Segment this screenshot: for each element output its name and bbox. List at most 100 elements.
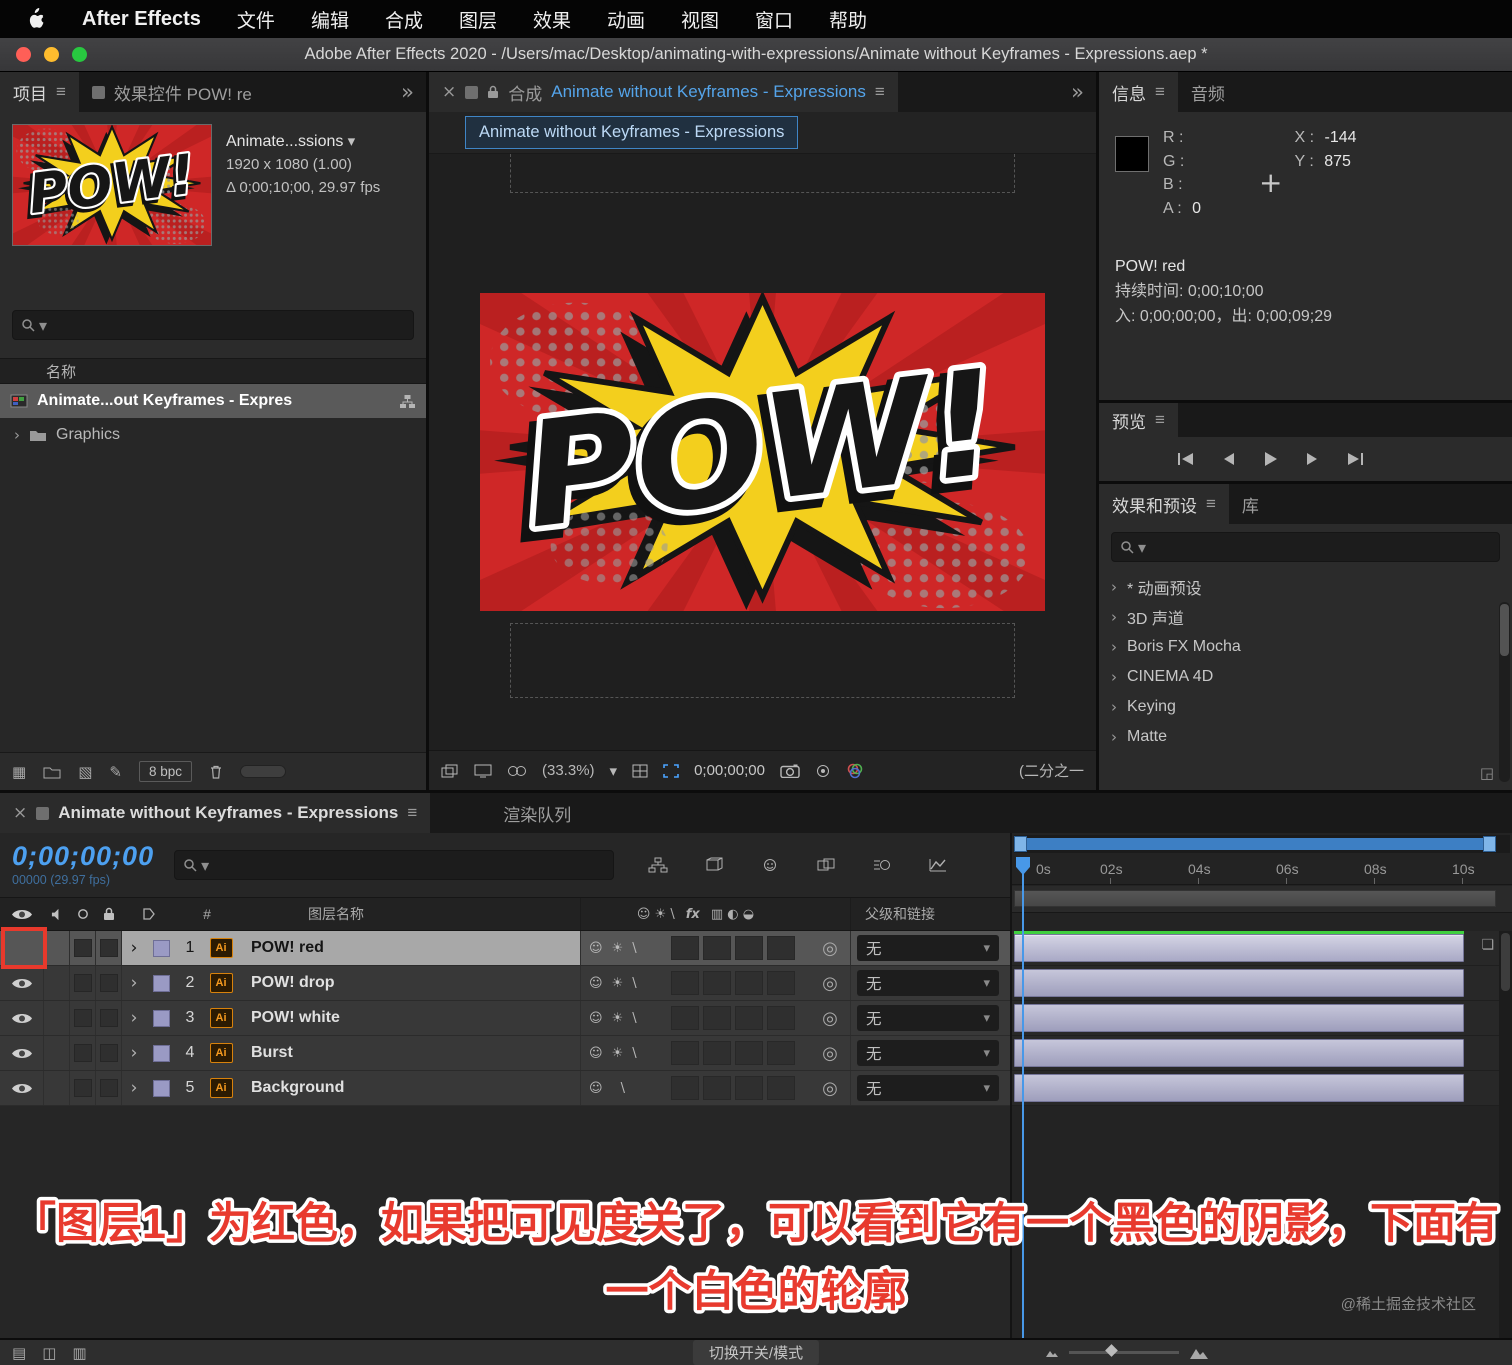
minimize-window-button[interactable] <box>44 47 59 62</box>
time-ruler[interactable]: 0s 02s 04s 06s 08s 10s <box>1012 855 1512 885</box>
menu-layer[interactable]: 图层 <box>459 6 497 33</box>
layer-row-5[interactable]: › 5 Ai Background ☺ \ ◎ 无 ▾ <box>0 1071 1010 1106</box>
layer-name[interactable]: POW! red <box>238 931 580 965</box>
visibility-toggle[interactable] <box>0 1036 44 1070</box>
snapshot-camera-icon[interactable] <box>780 764 800 778</box>
lock-toggle[interactable] <box>96 1036 122 1070</box>
track-row-5[interactable] <box>1012 1071 1512 1106</box>
parent-pickwhip-icon[interactable]: ◎ <box>810 931 850 965</box>
tab-composition-viewer[interactable]: × 合成 Animate without Keyframes - Express… <box>429 72 898 112</box>
layer-name[interactable]: Burst <box>238 1036 580 1070</box>
layer-name-column-header[interactable]: 图层名称 <box>238 898 580 930</box>
comp-tab-chip[interactable]: Animate without Keyframes - Expressions <box>465 116 799 149</box>
layer-duration-bar[interactable] <box>1014 934 1464 962</box>
audio-toggle[interactable] <box>44 931 70 965</box>
scroll-pill[interactable] <box>239 765 286 778</box>
parent-dropdown[interactable]: 无 ▾ <box>850 1036 1010 1070</box>
menu-composition[interactable]: 合成 <box>385 6 423 33</box>
expand-arrow[interactable]: › <box>122 966 146 1000</box>
audio-toggle[interactable] <box>44 1036 70 1070</box>
layer-row-4[interactable]: › 4 Ai Burst ☺ ☀ \ ◎ 无 ▾ <box>0 1036 1010 1071</box>
expand-arrow[interactable]: › <box>122 931 146 965</box>
color-channels-icon[interactable] <box>846 763 864 779</box>
lock-toggle[interactable] <box>96 1071 122 1105</box>
close-window-button[interactable] <box>16 47 31 62</box>
bpc-button[interactable]: 8 bpc <box>138 761 192 782</box>
work-area-bar[interactable] <box>1012 886 1512 913</box>
close-icon[interactable]: × <box>442 82 456 102</box>
audio-toggle[interactable] <box>44 966 70 1000</box>
close-icon[interactable]: × <box>13 803 27 823</box>
lock-toggle[interactable] <box>96 931 122 965</box>
zoom-in-mountain-icon[interactable] <box>1189 1346 1209 1360</box>
parent-pickwhip-icon[interactable]: ◎ <box>810 1071 850 1105</box>
timeline-zoom-bar[interactable] <box>1014 835 1510 853</box>
zoom-bar-range[interactable] <box>1016 838 1494 850</box>
menu-help[interactable]: 帮助 <box>829 6 867 33</box>
current-time-block[interactable]: 0;00;00;00 00000 (29.97 fps) <box>12 842 154 887</box>
chevron-down-icon[interactable]: ▾ <box>348 132 356 150</box>
effects-scrollbar[interactable] <box>1499 602 1510 782</box>
work-area-range[interactable] <box>1014 890 1496 907</box>
zoom-slider-handle[interactable] <box>1105 1344 1118 1357</box>
fx-category-boris-fx-mocha[interactable]: › Boris FX Mocha <box>1099 632 1512 662</box>
transfer-controls-icon[interactable]: ◫ <box>42 1344 56 1362</box>
parent-pickwhip-icon[interactable]: ◎ <box>810 966 850 1000</box>
solo-toggle[interactable] <box>70 966 96 1000</box>
zoom-window-button[interactable] <box>72 47 87 62</box>
layer-name[interactable]: POW! white <box>238 1001 580 1035</box>
solo-toggle[interactable] <box>70 1036 96 1070</box>
timeline-search-input[interactable]: ▾ <box>174 850 615 880</box>
zoom-slider[interactable] <box>1069 1344 1179 1357</box>
tab-library[interactable]: 库 <box>1229 484 1272 524</box>
menu-file[interactable]: 文件 <box>237 6 275 33</box>
monitor-icon[interactable] <box>474 764 492 778</box>
show-snapshot-icon[interactable] <box>815 764 831 778</box>
expand-layers-icon[interactable]: ▤ <box>12 1344 26 1362</box>
solo-toggle[interactable] <box>70 1071 96 1105</box>
project-item-folder[interactable]: › Graphics <box>0 418 426 452</box>
adjust-icon[interactable]: ✎ <box>109 763 122 781</box>
channel-icon[interactable] <box>507 765 527 777</box>
timeline-track-area[interactable]: 0s 02s 04s 06s 08s 10s ❏ <box>1010 833 1512 1338</box>
graph-editor-icon[interactable] <box>922 852 954 878</box>
region-of-interest-icon[interactable] <box>663 763 679 778</box>
first-frame-button[interactable] <box>1177 452 1195 466</box>
comp-button-icon[interactable]: ❏ <box>1481 937 1494 953</box>
panel-menu-icon[interactable]: ≡ <box>1155 410 1165 430</box>
apple-logo-icon[interactable] <box>26 8 46 30</box>
panel-menu-icon[interactable]: ≡ <box>407 803 417 823</box>
always-preview-icon[interactable] <box>441 764 459 778</box>
tab-audio[interactable]: 音频 <box>1178 72 1238 112</box>
audio-column-icon[interactable] <box>44 898 70 930</box>
label-swatch[interactable] <box>146 1036 176 1070</box>
expand-arrow[interactable]: › <box>122 1001 146 1035</box>
visibility-column-icon[interactable] <box>0 898 44 930</box>
interpret-footage-icon[interactable]: ▦ <box>12 763 26 781</box>
number-column-header[interactable]: # <box>176 898 238 930</box>
layer-name[interactable]: Background <box>238 1071 580 1105</box>
tab-preview[interactable]: 预览 ≡ <box>1099 403 1178 437</box>
panel-menu-icon[interactable]: ≡ <box>1206 494 1216 514</box>
new-composition-icon[interactable]: ▧ <box>78 763 92 781</box>
zoom-handle-left[interactable] <box>1014 836 1027 852</box>
layer-duration-bar[interactable] <box>1014 1004 1464 1032</box>
fx-category-3d-channel[interactable]: › 3D 声道 <box>1099 602 1512 632</box>
project-search-input[interactable]: ▾ <box>12 310 414 340</box>
layer-switches[interactable]: ☺ ☀ \ <box>580 1036 810 1070</box>
layer-switches[interactable]: ☺ \ <box>580 1071 810 1105</box>
timeline-vertical-scrollbar[interactable] <box>1499 931 1512 1338</box>
menu-view[interactable]: 视图 <box>681 6 719 33</box>
fx-category-keying[interactable]: › Keying <box>1099 692 1512 722</box>
parent-pickwhip-icon[interactable]: ◎ <box>810 1001 850 1035</box>
composition-viewer[interactable] <box>429 154 1096 750</box>
label-swatch[interactable] <box>146 931 176 965</box>
fx-category-animation-presets[interactable]: › * 动画预设 <box>1099 572 1512 602</box>
chevron-down-icon[interactable]: ▾ <box>610 762 618 780</box>
last-frame-button[interactable] <box>1346 452 1364 466</box>
frame-blending-icon[interactable] <box>810 852 842 878</box>
tab-effect-controls[interactable]: 效果控件 POW! re <box>79 72 265 112</box>
tab-info[interactable]: 信息 ≡ <box>1099 72 1178 112</box>
parent-dropdown[interactable]: 无 ▾ <box>850 966 1010 1000</box>
composition-image[interactable] <box>480 293 1045 611</box>
